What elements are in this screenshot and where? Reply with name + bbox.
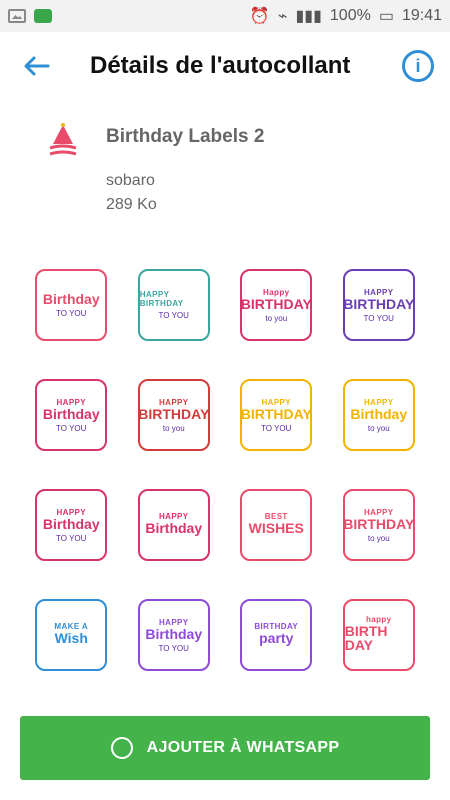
sticker-3[interactable]: Happy BIRTHDAY to you bbox=[231, 260, 321, 350]
sticker-main-text: Birthday bbox=[42, 291, 100, 307]
whatsapp-icon bbox=[110, 737, 133, 759]
sticker-10[interactable]: HAPPY Birthday bbox=[129, 480, 219, 570]
sticker-main-text: BIRTHDAY bbox=[343, 515, 415, 532]
battery-percentage: 100% bbox=[329, 7, 371, 24]
sticker-bottom-text: to you bbox=[367, 533, 390, 543]
sticker-art: Birthday TO YOU bbox=[35, 269, 108, 341]
info-icon[interactable]: i bbox=[402, 50, 434, 82]
arrow-left-icon[interactable] bbox=[22, 54, 50, 78]
page-title: Détails de l'autocollant bbox=[90, 52, 351, 79]
wifi-icon: ⌁ bbox=[277, 8, 288, 25]
sticker-grid: Birthday TO YOU HAPPY BIRTHDAY TO YOU Happy B… bbox=[20, 260, 430, 700]
sticker-art: happy BIRTH DAY bbox=[342, 599, 415, 671]
sticker-2[interactable]: HAPPY BIRTHDAY TO YOU bbox=[129, 260, 219, 350]
sticker-main-text: WISHES bbox=[248, 520, 304, 536]
battery-icon: ▭ bbox=[378, 8, 394, 25]
add-to-whatsapp-label: AJOUTER À WHATSAPP bbox=[146, 739, 340, 756]
clock: 19:41 bbox=[401, 7, 442, 24]
sticker-11[interactable]: BEST WISHES bbox=[231, 480, 321, 570]
sticker-bottom-text: to you bbox=[367, 423, 390, 433]
sticker-main-text: Birthday bbox=[350, 405, 408, 422]
sticker-main-text: Birthday bbox=[145, 625, 203, 642]
sticker-bottom-text: to you bbox=[265, 313, 288, 323]
sticker-main-text: BIRTH DAY bbox=[344, 623, 388, 653]
app-bar: Détails de l'autocollant i bbox=[0, 32, 450, 100]
sticker-art: BEST WISHES bbox=[240, 489, 313, 561]
sticker-bottom-text: to you bbox=[162, 423, 185, 433]
sticker-main-text: Birthday bbox=[42, 515, 100, 532]
gallery-notification-icon bbox=[8, 9, 26, 23]
sticker-main-text: BIRTHDAY bbox=[343, 295, 415, 312]
pack-thumbnail bbox=[49, 123, 77, 156]
sticker-5[interactable]: HAPPY Birthday TO YOU bbox=[26, 370, 116, 460]
sticker-main-text: BIRTHDAY bbox=[138, 405, 210, 422]
sticker-main-text: BIRTHDAY bbox=[240, 295, 312, 312]
sticker-art: HAPPY Birthday TO YOU bbox=[35, 379, 108, 451]
sticker-top-text: HAPPY BIRTHDAY bbox=[139, 290, 184, 308]
sticker-6[interactable]: HAPPY BIRTHDAY to you bbox=[129, 370, 219, 460]
status-left bbox=[8, 9, 52, 23]
pack-title: Birthday Labels 2 bbox=[106, 126, 265, 147]
sticker-art: HAPPY BIRTHDAY to you bbox=[137, 379, 210, 451]
sticker-1[interactable]: Birthday TO YOU bbox=[26, 260, 116, 350]
sticker-bottom-text: TO YOU bbox=[158, 311, 189, 320]
sticker-pack-header: Birthday Labels 2 sobaro 289 Ko bbox=[0, 100, 450, 240]
status-right: ⏰ ⌁ ▮▮▮ 100% ▭ 19:41 bbox=[250, 6, 442, 26]
add-to-whatsapp-button[interactable]: AJOUTER À WHATSAPP bbox=[20, 716, 430, 780]
sticker-art: HAPPY Birthday TO YOU bbox=[35, 489, 108, 561]
sticker-12[interactable]: HAPPY BIRTHDAY to you bbox=[334, 480, 424, 570]
sticker-art: HAPPY BIRTHDAY TO YOU bbox=[240, 379, 313, 451]
sticker-9[interactable]: HAPPY Birthday TO YOU bbox=[26, 480, 116, 570]
sticker-main-text: party bbox=[259, 630, 294, 646]
sticker-bottom-text: TO YOU bbox=[261, 423, 292, 433]
sticker-art: MAKE A Wish bbox=[35, 599, 108, 671]
sticker-art: HAPPY Birthday bbox=[137, 489, 210, 561]
sticker-main-text: Wish bbox=[54, 630, 88, 646]
sticker-art: HAPPY Birthday TO YOU bbox=[137, 599, 210, 671]
sticker-bottom-text: TO YOU bbox=[56, 309, 87, 318]
sticker-main-text: BIRTHDAY bbox=[240, 405, 312, 422]
message-notification-icon bbox=[34, 9, 52, 23]
sticker-art: BIRTHDAY party bbox=[240, 599, 313, 671]
sticker-art: HAPPY BIRTHDAY to you bbox=[342, 489, 415, 561]
sticker-art: HAPPY Birthday to you bbox=[342, 379, 415, 451]
sticker-13[interactable]: MAKE A Wish bbox=[26, 590, 116, 680]
signal-icon: ▮▮▮ bbox=[295, 8, 322, 25]
status-bar: ⏰ ⌁ ▮▮▮ 100% ▭ 19:41 bbox=[0, 0, 450, 32]
sticker-main-text: Birthday bbox=[145, 520, 203, 536]
sticker-14[interactable]: HAPPY Birthday TO YOU bbox=[129, 590, 219, 680]
sticker-4[interactable]: HAPPY BIRTHDAY TO YOU bbox=[334, 260, 424, 350]
sticker-art: Happy BIRTHDAY to you bbox=[240, 269, 313, 341]
sticker-bottom-text: TO YOU bbox=[56, 423, 87, 433]
sticker-7[interactable]: HAPPY BIRTHDAY TO YOU bbox=[231, 370, 321, 460]
sticker-bottom-text: TO YOU bbox=[56, 533, 87, 543]
alarm-icon: ⏰ bbox=[249, 8, 270, 25]
sticker-art: HAPPY BIRTHDAY TO YOU bbox=[137, 269, 210, 341]
sticker-main-text: Birthday bbox=[42, 405, 100, 422]
sticker-bottom-text: TO YOU bbox=[363, 313, 394, 323]
sticker-8[interactable]: HAPPY Birthday to you bbox=[334, 370, 424, 460]
pack-size: 289 Ko bbox=[106, 196, 157, 213]
sticker-bottom-text: TO YOU bbox=[158, 643, 189, 653]
sticker-art: HAPPY BIRTHDAY TO YOU bbox=[342, 269, 415, 341]
sticker-15[interactable]: BIRTHDAY party bbox=[231, 590, 321, 680]
sticker-16[interactable]: happy BIRTH DAY bbox=[334, 590, 424, 680]
pack-author: sobaro bbox=[106, 172, 155, 189]
